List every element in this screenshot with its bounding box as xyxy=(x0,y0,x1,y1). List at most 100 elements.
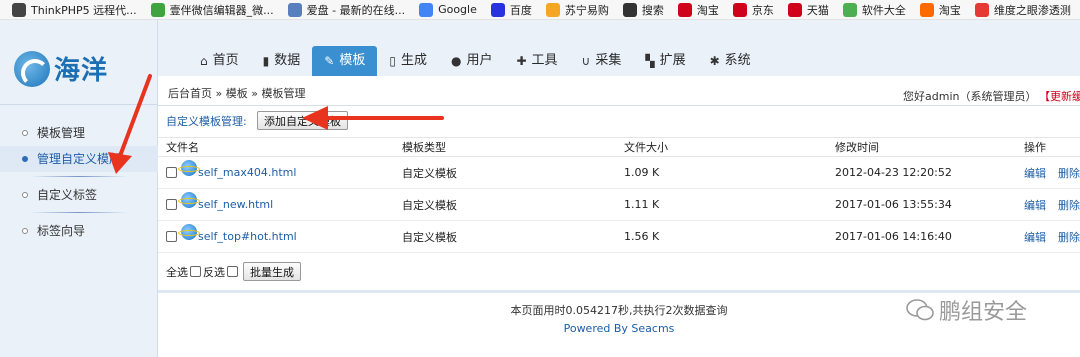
bookmark-label: 淘宝 xyxy=(696,3,719,17)
header-actions: 操作 xyxy=(1024,141,1046,154)
download-icon xyxy=(842,2,857,17)
invert-checkbox[interactable] xyxy=(227,266,238,277)
crumb-bar: 后台首页 » 模板 » 模板管理 您好admin（系统管理员） 【更新缓存 xyxy=(158,76,1080,106)
row-checkbox[interactable] xyxy=(166,199,177,210)
delete-link[interactable]: 删除 xyxy=(1058,197,1080,213)
bookmark-label: Google xyxy=(438,3,477,16)
bookmark-item[interactable]: 软件大全 xyxy=(842,2,906,18)
bullet-icon xyxy=(22,192,28,198)
refresh-cache-link[interactable]: 【更新缓存 xyxy=(1044,90,1080,103)
sitemap-icon: ▚ xyxy=(645,54,655,68)
crossed-box-icon xyxy=(287,2,302,17)
bookmark-item[interactable]: 百度 xyxy=(490,2,532,18)
g-red-icon xyxy=(974,2,989,17)
wrench-icon: ✚ xyxy=(516,54,527,68)
sidebar-item-label: 管理自定义模版 xyxy=(37,152,122,166)
file-link[interactable]: self_max404.html xyxy=(198,166,296,179)
tab-label: 采集 xyxy=(595,53,622,68)
tab-1[interactable]: ⌂ 首页 xyxy=(188,46,251,76)
breadcrumb: 后台首页 » 模板 » 模板管理 xyxy=(168,87,306,100)
tab-5[interactable]: ● 用户 xyxy=(439,46,505,76)
batch-generate-button[interactable]: 批量生成 xyxy=(243,262,301,281)
logo-text: 海洋 xyxy=(54,56,109,86)
bookmark-item[interactable]: Google xyxy=(419,2,477,17)
bookmark-item[interactable]: 淘宝 xyxy=(919,2,961,18)
bookmark-item[interactable]: ThinkPHP5 远程代... xyxy=(12,2,137,18)
cell-size: 1.11 K xyxy=(624,198,660,211)
select-all-checkbox[interactable] xyxy=(190,266,201,277)
lion-icon xyxy=(545,2,560,17)
top-nav: ⌂ 首页 ▮ 数据 ✎ 模板 ▯ 生成 ● 用户 ✚ 工具 ∪ 采集 ▚ 扩展 ✱ 系统 xyxy=(158,20,1080,76)
tab-label: 生成 xyxy=(400,53,427,68)
row-checkbox[interactable] xyxy=(166,231,177,242)
watermark: 鹏组安全 xyxy=(905,294,1027,326)
header-size: 文件大小 xyxy=(624,141,668,154)
file-icon: ▯ xyxy=(389,54,396,68)
taobao-icon xyxy=(919,2,934,17)
jd-icon xyxy=(732,2,747,17)
sidebar: 海洋 模板管理 管理自定义模版 自定义标签 标签向导 xyxy=(0,20,158,357)
tab-8[interactable]: ▚ 扩展 xyxy=(633,46,697,76)
row-checkbox[interactable] xyxy=(166,167,177,178)
sidebar-separator xyxy=(0,208,158,218)
sidebar-menu: 模板管理 管理自定义模版 自定义标签 标签向导 xyxy=(0,120,158,244)
user-greeting: 您好admin（系统管理员） xyxy=(903,90,1037,103)
bookmark-item[interactable]: 爱盘 - 最新的在线... xyxy=(287,2,406,18)
bookmark-item[interactable]: 苏宁易购 xyxy=(545,2,609,18)
bookmark-item[interactable]: 壹伴微信编辑器_微... xyxy=(150,2,274,18)
cell-actions: 编辑 删除 xyxy=(1024,197,1080,213)
template-table: 文件名 模板类型 文件大小 修改时间 操作 self_max404.html 自定… xyxy=(158,137,1080,253)
bullet-icon xyxy=(22,228,28,234)
bookmark-label: ThinkPHP5 远程代... xyxy=(31,3,137,17)
table-row: self_top#hot.html 自定义模板 1.56 K 2017-01-06 1… xyxy=(158,221,1080,253)
file-link[interactable]: self_new.html xyxy=(198,198,273,211)
gear-icon: ✱ xyxy=(709,54,720,68)
header-type: 模板类型 xyxy=(402,141,446,154)
bookmark-label: 壹伴微信编辑器_微... xyxy=(169,3,274,17)
bullet-icon xyxy=(22,130,28,136)
cell-actions: 编辑 删除 xyxy=(1024,229,1080,245)
bookmark-item[interactable]: 淘宝 xyxy=(677,2,719,18)
sidebar-separator xyxy=(0,172,158,182)
bookmark-label: 爱盘 - 最新的在线... xyxy=(306,3,406,17)
sidebar-item-tag-wizard[interactable]: 标签向导 xyxy=(0,218,158,244)
tab-4[interactable]: ▯ 生成 xyxy=(377,46,439,76)
edit-link[interactable]: 编辑 xyxy=(1024,165,1046,181)
bookmark-label: 维度之眼渗透测 xyxy=(993,3,1071,17)
bookmark-item[interactable]: 维度之眼渗透测 xyxy=(974,2,1071,18)
bookmark-item[interactable]: 京东 xyxy=(732,2,774,18)
tab-9[interactable]: ✱ 系统 xyxy=(698,46,763,76)
add-custom-template-button[interactable]: 添加自定义模板 xyxy=(257,111,348,130)
check-circle-icon xyxy=(150,2,165,17)
cell-filename: self_max404.html xyxy=(158,159,402,179)
user-info: 您好admin（系统管理员） 【更新缓存 xyxy=(903,88,1080,104)
tab-2[interactable]: ▮ 数据 xyxy=(251,46,313,76)
delete-link[interactable]: 删除 xyxy=(1058,229,1080,245)
book-icon: ▮ xyxy=(262,54,270,68)
sidebar-item-custom-tags[interactable]: 自定义标签 xyxy=(0,182,158,208)
magnet-icon: ∪ xyxy=(581,54,591,68)
tab-label: 扩展 xyxy=(659,53,686,68)
delete-link[interactable]: 删除 xyxy=(1058,165,1080,181)
tab-6[interactable]: ✚ 工具 xyxy=(504,46,569,76)
nav-tabs: ⌂ 首页 ▮ 数据 ✎ 模板 ▯ 生成 ● 用户 ✚ 工具 ∪ 采集 ▚ 扩展 ✱ 系统 xyxy=(188,46,763,76)
sidebar-item-custom-template[interactable]: 管理自定义模版 xyxy=(0,146,158,172)
toolbar-label: 自定义模板管理: xyxy=(166,115,247,128)
edit-link[interactable]: 编辑 xyxy=(1024,229,1046,245)
invert-label: 反选 xyxy=(203,265,225,279)
bookmark-label: 搜索 xyxy=(641,3,664,17)
select-all-label: 全选 xyxy=(166,265,188,279)
file-link[interactable]: self_top#hot.html xyxy=(198,230,297,243)
sidebar-divider xyxy=(0,104,158,105)
ie-file-icon xyxy=(178,191,200,208)
sidebar-item-template-manage[interactable]: 模板管理 xyxy=(0,120,158,146)
edit-link[interactable]: 编辑 xyxy=(1024,197,1046,213)
tab-7[interactable]: ∪ 采集 xyxy=(570,46,634,76)
bookmark-item[interactable]: 天猫 xyxy=(787,2,829,18)
cell-size: 1.56 K xyxy=(624,230,660,243)
tab-label: 工具 xyxy=(531,53,558,68)
table-row: self_max404.html 自定义模板 1.09 K 2012-04-23 12… xyxy=(158,157,1080,189)
bookmark-item[interactable]: 搜索 xyxy=(622,2,664,18)
tab-label: 首页 xyxy=(212,53,239,68)
tab-3[interactable]: ✎ 模板 xyxy=(312,46,378,76)
